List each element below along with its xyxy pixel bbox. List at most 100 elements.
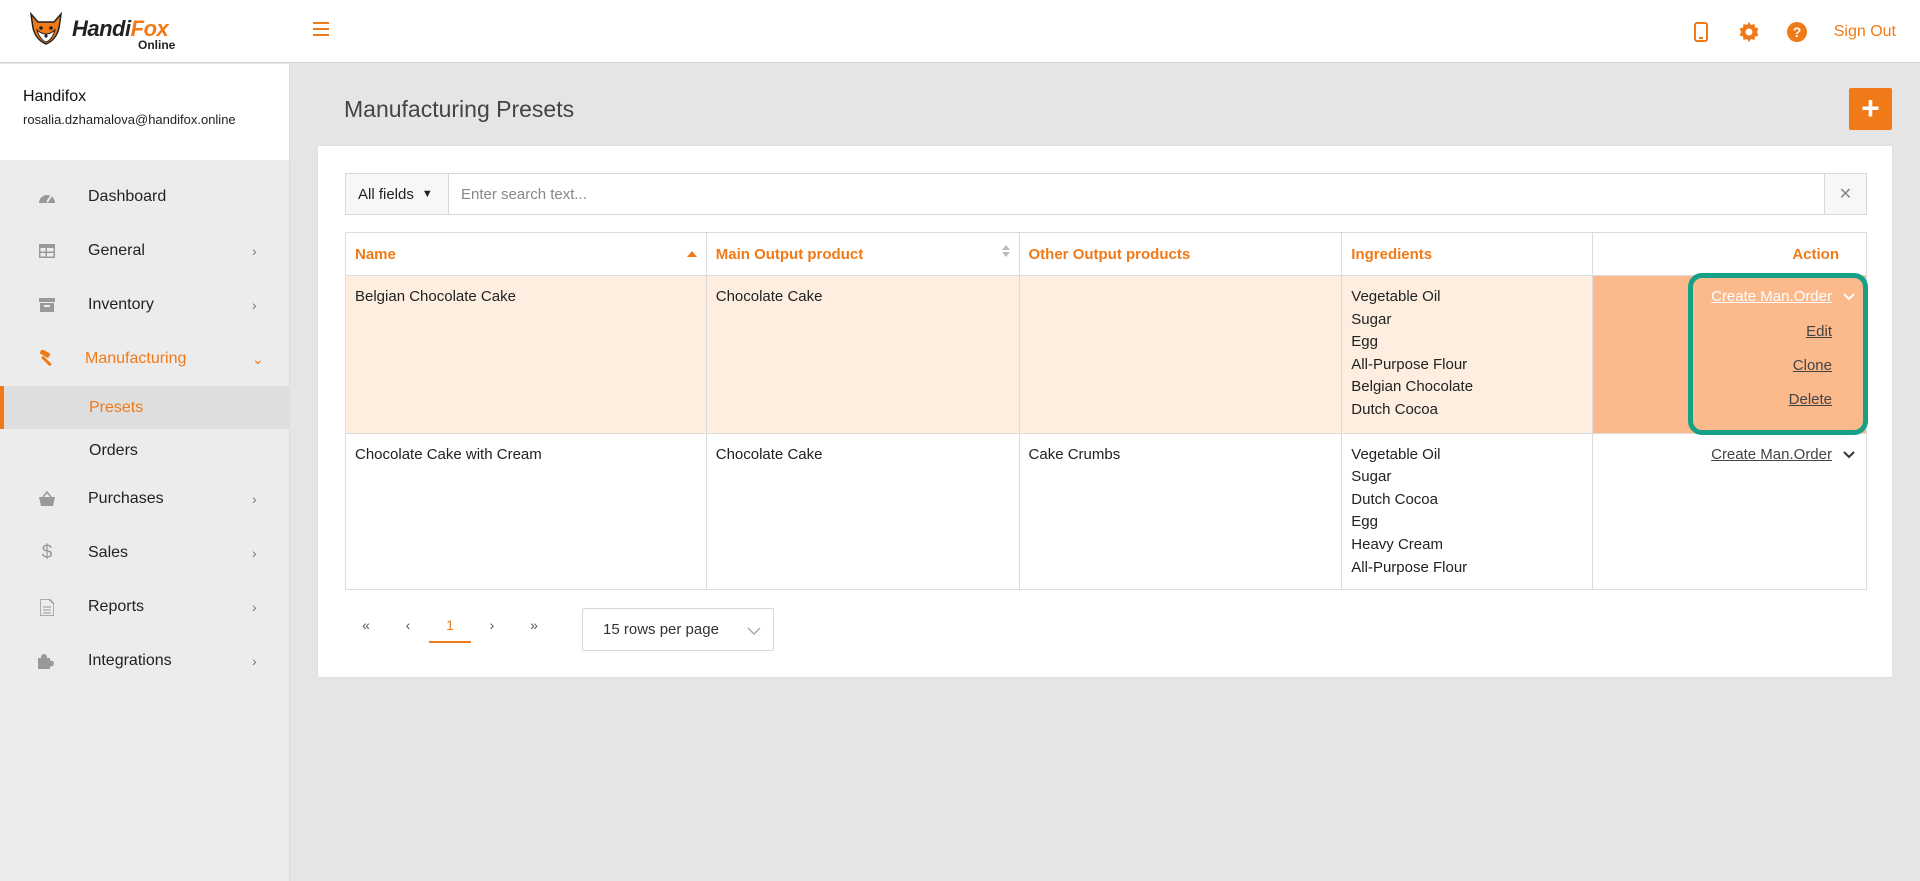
sidebar-item-label: Manufacturing <box>85 350 187 367</box>
cell-ingredients: Vegetable Oil Sugar Dutch Cocoa Egg Heav… <box>1341 432 1594 591</box>
table-icon <box>38 242 56 260</box>
cell-name: Chocolate Cake with Cream <box>345 432 707 591</box>
sidebar-subitem-presets[interactable]: Presets <box>0 386 289 429</box>
next-page-button[interactable]: › <box>471 607 513 643</box>
sort-icon <box>1001 245 1010 257</box>
dashboard-icon <box>38 188 56 206</box>
brand-sub: Online <box>138 38 176 52</box>
sidebar-item-label: General <box>88 242 145 259</box>
chevron-down-icon[interactable] <box>1842 448 1856 462</box>
chevron-down-icon: ▼ <box>421 188 433 200</box>
handifox-logo[interactable]: HandiFox Online <box>28 12 188 52</box>
sidebar-item-label: Sales <box>88 544 129 561</box>
add-preset-button[interactable]: + <box>1849 88 1892 130</box>
ingredient-item: Dutch Cocoa <box>1351 490 1438 508</box>
basket-icon <box>38 490 56 508</box>
action-menu: Edit Clone Delete <box>1602 321 1856 423</box>
first-page-button[interactable]: « <box>345 607 387 643</box>
chevron-right-icon: › <box>252 545 257 561</box>
chevron-right-icon: › <box>252 243 257 259</box>
prev-page-button[interactable]: ‹ <box>387 607 429 643</box>
ingredient-item: Sugar <box>1351 468 1392 486</box>
edit-link[interactable]: Edit <box>1806 323 1832 340</box>
chevron-right-icon: › <box>252 653 257 669</box>
sidebar-item-general[interactable]: General › <box>0 224 289 278</box>
search-field-select[interactable]: All fields ▼ <box>346 174 449 214</box>
search-field-label: All fields <box>358 185 414 203</box>
ingredient-item: Vegetable Oil <box>1351 288 1441 305</box>
column-header-action: Action <box>1592 232 1867 276</box>
user-email: rosalia.dzhamalova@handifox.online <box>23 112 236 127</box>
sign-out-link[interactable]: Sign Out <box>1834 23 1896 41</box>
sidebar-item-manufacturing[interactable]: Manufacturing ⌄ <box>0 332 289 386</box>
create-man-order-link[interactable]: Create Man.Order <box>1711 444 1832 467</box>
top-bar: HandiFox Online ? Sign Out <box>0 0 1920 63</box>
column-header-name[interactable]: Name <box>345 232 707 276</box>
rows-per-page-select[interactable]: 15 rows per page <box>582 608 774 651</box>
page-number-button[interactable]: 1 <box>429 607 471 643</box>
chevron-right-icon: › <box>252 491 257 507</box>
column-header-label: Ingredients <box>1351 245 1433 263</box>
svg-text:?: ? <box>1792 24 1801 40</box>
column-header-label: Name <box>355 245 396 263</box>
presets-card: All fields ▼ ✕ Name Main Output product … <box>317 145 1893 678</box>
page-title: Manufacturing Presets <box>344 96 575 122</box>
cell-other-output: Cake Crumbs <box>1018 432 1343 591</box>
sidebar-item-purchases[interactable]: Purchases › <box>0 472 289 526</box>
fox-logo-icon <box>29 12 63 45</box>
column-header-ingredients: Ingredients <box>1341 232 1594 276</box>
column-header-label: Main Output product <box>715 245 864 263</box>
cell-action: Create Man.Order <box>1592 432 1867 591</box>
ingredient-item: All-Purpose Flour <box>1351 558 1468 576</box>
sidebar-item-label: Integrations <box>88 652 172 669</box>
last-page-button[interactable]: » <box>513 607 555 643</box>
mobile-icon[interactable] <box>1690 21 1712 43</box>
ingredient-item: Sugar <box>1351 310 1392 328</box>
ingredient-item: Vegetable Oil <box>1351 445 1441 463</box>
brand-main: Handi <box>72 16 131 41</box>
ingredient-item: Belgian Chocolate <box>1351 378 1474 396</box>
sort-ascending-icon <box>686 251 697 257</box>
rows-per-page-label: 15 rows per page <box>603 621 719 638</box>
clear-search-icon[interactable]: ✕ <box>1824 174 1866 214</box>
chevron-down-icon: ⌄ <box>252 350 264 367</box>
clone-link[interactable]: Clone <box>1793 357 1832 374</box>
cell-name: Belgian Chocolate Cake <box>345 275 707 434</box>
user-name: Handifox <box>23 88 87 105</box>
sidebar-item-label: Reports <box>88 598 145 615</box>
sidebar-subitem-orders[interactable]: Orders <box>0 429 289 472</box>
sidebar-item-label: Dashboard <box>88 188 167 205</box>
sidebar-item-inventory[interactable]: Inventory › <box>0 278 289 332</box>
user-block: Handifox rosalia.dzhamalova@handifox.onl… <box>0 64 289 160</box>
search-bar: All fields ▼ ✕ <box>345 173 1867 215</box>
table-row[interactable]: Belgian Chocolate Cake Chocolate Cake Ve… <box>345 275 1867 434</box>
help-icon[interactable]: ? <box>1786 21 1808 43</box>
column-header-main-output[interactable]: Main Output product <box>705 232 1020 276</box>
sidebar-item-dashboard[interactable]: Dashboard <box>0 170 289 224</box>
create-man-order-link[interactable]: Create Man.Order <box>1711 286 1832 309</box>
ingredient-item: All-Purpose Flour <box>1351 355 1468 373</box>
sidebar-item-integrations[interactable]: Integrations › <box>0 634 289 688</box>
ingredient-item: Heavy Cream <box>1351 535 1443 553</box>
table-header-row: Name Main Output product Other Output pr… <box>345 232 1867 276</box>
puzzle-icon <box>38 652 56 670</box>
chevron-down-icon[interactable] <box>1842 290 1856 304</box>
gear-icon[interactable] <box>1738 21 1760 43</box>
document-icon <box>38 598 56 616</box>
sidebar-item-sales[interactable]: $ Sales › <box>0 526 289 580</box>
ingredient-item: Egg <box>1351 333 1378 351</box>
column-header-other-output: Other Output products <box>1018 232 1343 276</box>
sidebar-item-reports[interactable]: Reports › <box>0 580 289 634</box>
cell-ingredients: Vegetable Oil Sugar Egg All-Purpose Flou… <box>1341 275 1594 434</box>
column-header-label: Other Output products <box>1028 245 1191 263</box>
sidebar-nav: Dashboard General › Inventory › Manufact… <box>0 170 289 688</box>
delete-link[interactable]: Delete <box>1789 391 1832 408</box>
search-input[interactable] <box>449 174 1824 214</box>
table-row[interactable]: Chocolate Cake with Cream Chocolate Cake… <box>345 432 1867 591</box>
cell-main-output: Chocolate Cake <box>705 432 1020 591</box>
dollar-icon: $ <box>41 542 53 563</box>
menu-toggle-icon[interactable] <box>313 22 329 36</box>
chevron-right-icon: › <box>252 599 257 615</box>
chevron-down-icon <box>747 623 761 640</box>
archive-icon <box>38 296 56 314</box>
